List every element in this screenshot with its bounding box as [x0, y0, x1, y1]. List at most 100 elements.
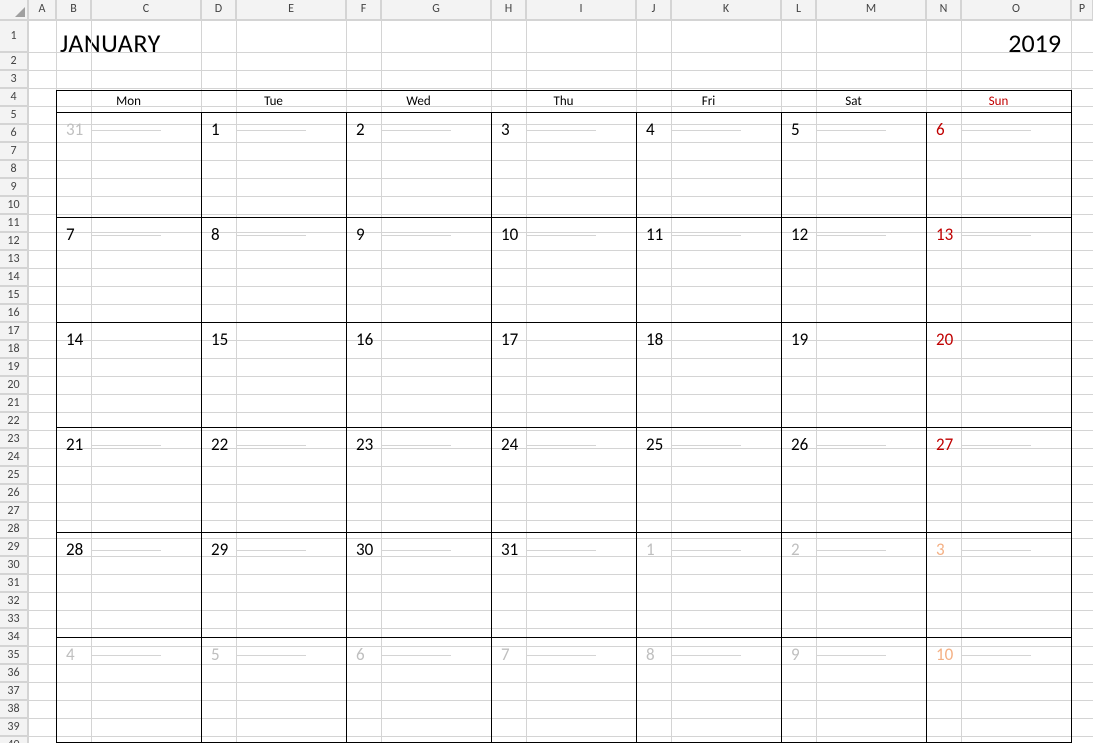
row-header[interactable]: 8 [0, 160, 28, 178]
row-header[interactable]: 40 [0, 736, 28, 743]
select-all-corner[interactable] [0, 0, 28, 20]
row-header[interactable]: 28 [0, 520, 28, 538]
calendar-day[interactable]: 9 [791, 644, 800, 665]
column-header[interactable]: I [526, 0, 636, 20]
row-header[interactable]: 3 [0, 70, 28, 88]
calendar-day[interactable]: 3 [501, 119, 510, 140]
column-header[interactable]: H [491, 0, 526, 20]
row-header[interactable]: 15 [0, 286, 28, 304]
calendar-day[interactable]: 17 [501, 329, 518, 350]
row-header[interactable]: 7 [0, 142, 28, 160]
calendar-day[interactable]: 4 [646, 119, 655, 140]
calendar-day[interactable]: 22 [211, 434, 228, 455]
column-header[interactable]: F [346, 0, 381, 20]
column-header[interactable]: N [926, 0, 961, 20]
row-header[interactable]: 4 [0, 88, 28, 106]
calendar-day[interactable]: 14 [66, 329, 83, 350]
calendar-day[interactable]: 1 [211, 119, 220, 140]
column-header[interactable]: L [781, 0, 816, 20]
column-header[interactable]: G [381, 0, 491, 20]
calendar-day[interactable]: 3 [936, 539, 945, 560]
column-header[interactable]: P [1071, 0, 1093, 20]
calendar-day[interactable]: 5 [211, 644, 220, 665]
calendar-day[interactable]: 16 [356, 329, 373, 350]
row-header[interactable]: 25 [0, 466, 28, 484]
row-header[interactable]: 19 [0, 358, 28, 376]
calendar-day[interactable]: 31 [501, 539, 518, 560]
row-header[interactable]: 27 [0, 502, 28, 520]
calendar-day[interactable]: 30 [356, 539, 373, 560]
calendar-day[interactable]: 2 [356, 119, 365, 140]
row-header[interactable]: 9 [0, 178, 28, 196]
row-header[interactable]: 20 [0, 376, 28, 394]
calendar-day[interactable]: 6 [356, 644, 365, 665]
column-header[interactable]: O [961, 0, 1071, 20]
calendar-day[interactable]: 6 [936, 119, 945, 140]
calendar-day[interactable]: 10 [501, 224, 518, 245]
column-header[interactable]: E [236, 0, 346, 20]
calendar-day[interactable]: 29 [211, 539, 228, 560]
calendar-day[interactable]: 5 [791, 119, 800, 140]
column-header[interactable]: C [91, 0, 201, 20]
cells-area[interactable]: JANUARY 2019 MonTueWedThuFriSatSun311234… [28, 20, 1093, 743]
row-header[interactable]: 10 [0, 196, 28, 214]
column-header[interactable]: D [201, 0, 236, 20]
calendar-day[interactable]: 8 [646, 644, 655, 665]
row-header[interactable]: 14 [0, 268, 28, 286]
calendar-day[interactable]: 24 [501, 434, 518, 455]
row-header[interactable]: 16 [0, 304, 28, 322]
row-header[interactable]: 34 [0, 628, 28, 646]
calendar-day[interactable]: 18 [646, 329, 663, 350]
calendar-day[interactable]: 2 [791, 539, 800, 560]
calendar-day[interactable]: 20 [936, 329, 953, 350]
row-header[interactable]: 1 [0, 20, 28, 52]
calendar-day[interactable]: 7 [66, 224, 75, 245]
calendar-day[interactable]: 28 [66, 539, 83, 560]
row-header[interactable]: 2 [0, 52, 28, 70]
row-header[interactable]: 30 [0, 556, 28, 574]
row-header[interactable]: 21 [0, 394, 28, 412]
row-header[interactable]: 35 [0, 646, 28, 664]
calendar-day[interactable]: 7 [501, 644, 510, 665]
calendar-day[interactable]: 8 [211, 224, 220, 245]
calendar-day[interactable]: 25 [646, 434, 663, 455]
row-header[interactable]: 38 [0, 700, 28, 718]
column-header[interactable]: B [56, 0, 91, 20]
calendar-day[interactable]: 31 [66, 119, 83, 140]
calendar-day[interactable]: 27 [936, 434, 953, 455]
row-header[interactable]: 37 [0, 682, 28, 700]
calendar-day[interactable]: 23 [356, 434, 373, 455]
row-header[interactable]: 12 [0, 232, 28, 250]
column-header[interactable]: M [816, 0, 926, 20]
row-header[interactable]: 32 [0, 592, 28, 610]
calendar-day[interactable]: 21 [66, 434, 83, 455]
calendar-day[interactable]: 10 [936, 644, 953, 665]
row-header[interactable]: 5 [0, 106, 28, 124]
row-header[interactable]: 23 [0, 430, 28, 448]
calendar-day[interactable]: 15 [211, 329, 228, 350]
row-header[interactable]: 18 [0, 340, 28, 358]
row-header[interactable]: 31 [0, 574, 28, 592]
calendar-day[interactable]: 1 [646, 539, 655, 560]
calendar-day[interactable]: 9 [356, 224, 365, 245]
calendar-day[interactable]: 19 [791, 329, 808, 350]
calendar-day[interactable]: 4 [66, 644, 75, 665]
column-header[interactable]: K [671, 0, 781, 20]
row-header[interactable]: 6 [0, 124, 28, 142]
row-header[interactable]: 17 [0, 322, 28, 340]
row-header[interactable]: 22 [0, 412, 28, 430]
calendar-day[interactable]: 12 [791, 224, 808, 245]
row-header[interactable]: 13 [0, 250, 28, 268]
calendar-day[interactable]: 13 [936, 224, 953, 245]
row-header[interactable]: 11 [0, 214, 28, 232]
calendar-day[interactable]: 26 [791, 434, 808, 455]
row-header[interactable]: 33 [0, 610, 28, 628]
column-header[interactable]: J [636, 0, 671, 20]
row-header[interactable]: 36 [0, 664, 28, 682]
row-header[interactable]: 26 [0, 484, 28, 502]
row-header[interactable]: 39 [0, 718, 28, 736]
column-header[interactable]: A [28, 0, 56, 20]
calendar-day[interactable]: 11 [646, 224, 663, 245]
row-header[interactable]: 24 [0, 448, 28, 466]
row-header[interactable]: 29 [0, 538, 28, 556]
